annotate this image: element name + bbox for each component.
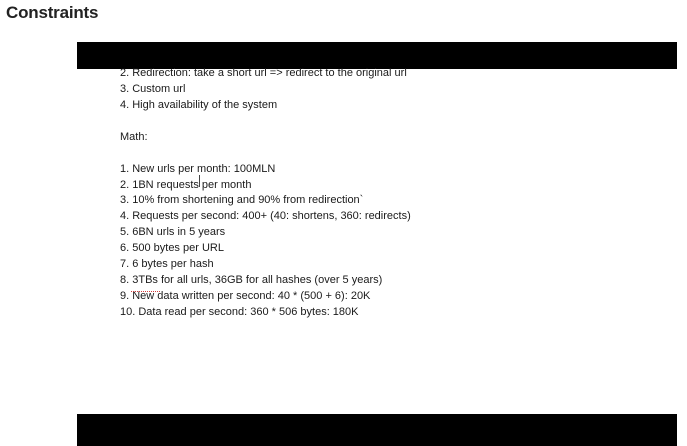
requirement-3: 3. Custom url bbox=[120, 83, 186, 95]
math-item-2: 2. 1BN requests per month bbox=[120, 179, 252, 191]
bottom-black-bar bbox=[77, 414, 677, 446]
page: Constraints 2. Redirection: take a short… bbox=[0, 0, 687, 446]
text-cursor bbox=[199, 175, 200, 187]
math-item-1: 1. New urls per month: 100MLN bbox=[120, 163, 276, 175]
math-heading: Math: bbox=[120, 131, 148, 143]
requirement-2: 2. Redirection: take a short url => redi… bbox=[120, 67, 407, 79]
math-item-10: 10. Data read per second: 360 * 506 byte… bbox=[120, 306, 359, 318]
math-item-8: 8. 3TBs for all urls, 36GB for all hashe… bbox=[120, 274, 383, 286]
document-body[interactable]: 2. Redirection: take a short url => redi… bbox=[77, 42, 677, 414]
spellcheck-underline bbox=[131, 291, 160, 292]
embedded-document[interactable]: 2. Redirection: take a short url => redi… bbox=[77, 42, 677, 446]
requirement-4: 4. High availability of the system bbox=[120, 99, 278, 111]
math-item-4: 4. Requests per second: 400+ (40: shorte… bbox=[120, 210, 411, 222]
math-item-7: 7. 6 bytes per hash bbox=[120, 258, 214, 270]
math-item-3: 3. 10% from shortening and 90% from redi… bbox=[120, 194, 364, 206]
section-title: Constraints bbox=[6, 3, 99, 22]
math-item-6: 6. 500 bytes per URL bbox=[120, 242, 224, 254]
math-item-5: 5. 6BN urls in 5 years bbox=[120, 226, 226, 238]
